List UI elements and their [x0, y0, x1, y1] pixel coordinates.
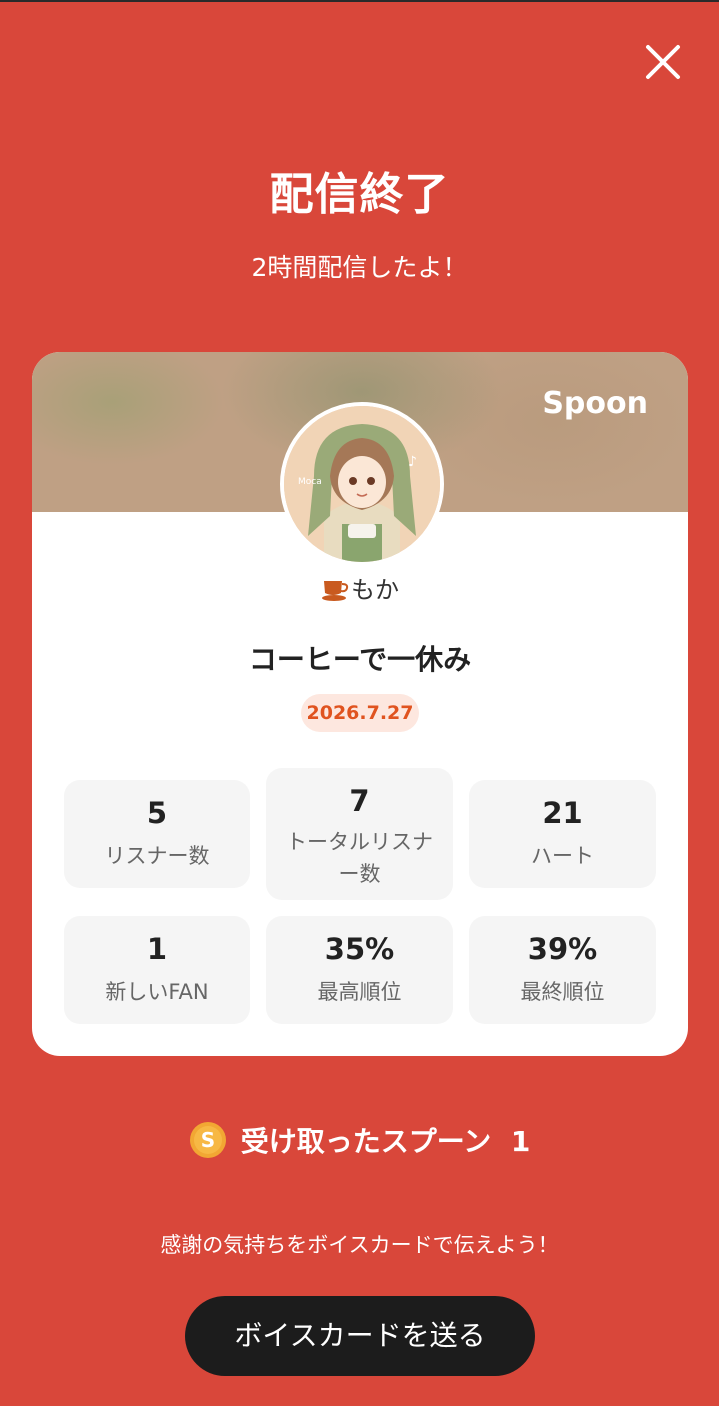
stat-label: トータルリスナー数: [286, 830, 433, 886]
stat-final-rank: 39% 最終順位: [469, 916, 656, 1024]
svg-text:♪: ♪: [408, 454, 417, 470]
stream-title: コーヒーで一休み: [248, 643, 472, 676]
user-row[interactable]: もか: [32, 570, 688, 608]
stat-value: 5: [146, 796, 168, 830]
stat-value: 7: [349, 784, 370, 818]
stat-new-fans: 1 新しいFAN: [64, 916, 250, 1024]
stat-top-rank: 35% 最高順位: [266, 916, 453, 1024]
thanks-message: 感謝の気持ちをボイスカードで伝えよう！: [160, 1233, 559, 1257]
spoon-coin-icon: S: [189, 1121, 227, 1166]
svg-text:S: S: [201, 1128, 215, 1152]
page-title: 配信終了: [269, 169, 450, 220]
svg-text:Moca: Moca: [298, 477, 322, 487]
received-spoons: S 受け取ったスプーン 1: [0, 1120, 719, 1166]
coffee-cup-icon: [321, 578, 349, 608]
send-voice-card-button[interactable]: ボイスカードを送る: [185, 1296, 535, 1376]
stat-value: 39%: [527, 932, 598, 966]
stat-value: 1: [146, 932, 168, 966]
page-subtitle: 2時間配信したよ！: [251, 253, 468, 282]
close-button[interactable]: [636, 36, 690, 90]
top-divider: [0, 0, 719, 2]
stat-label: 最高順位: [317, 980, 402, 1004]
brand-logo: Spoon: [542, 386, 648, 421]
stat-hearts: 21 ハート: [469, 780, 656, 888]
stat-value: 21: [542, 796, 583, 830]
close-icon: [646, 45, 680, 79]
stat-value: 35%: [324, 932, 395, 966]
spoons-count: 1: [510, 1125, 531, 1158]
stat-total-listeners: 7 トータルリスナー数: [266, 768, 453, 900]
stream-summary-card: Spoon Moca ♪ もか コーヒーで一休み 2026.7.27 5 リスナ…: [32, 352, 688, 1056]
stat-label: リスナー数: [104, 844, 210, 868]
stat-label: ハート: [531, 844, 594, 868]
stat-label: 最終順位: [520, 980, 605, 1004]
stat-label: 新しいFAN: [105, 980, 209, 1004]
user-name: もか: [351, 576, 399, 604]
date-badge: 2026.7.27: [301, 694, 419, 732]
avatar[interactable]: Moca ♪: [280, 402, 444, 566]
spoons-label: 受け取ったスプーン: [240, 1125, 492, 1158]
stat-listeners: 5 リスナー数: [64, 780, 250, 888]
